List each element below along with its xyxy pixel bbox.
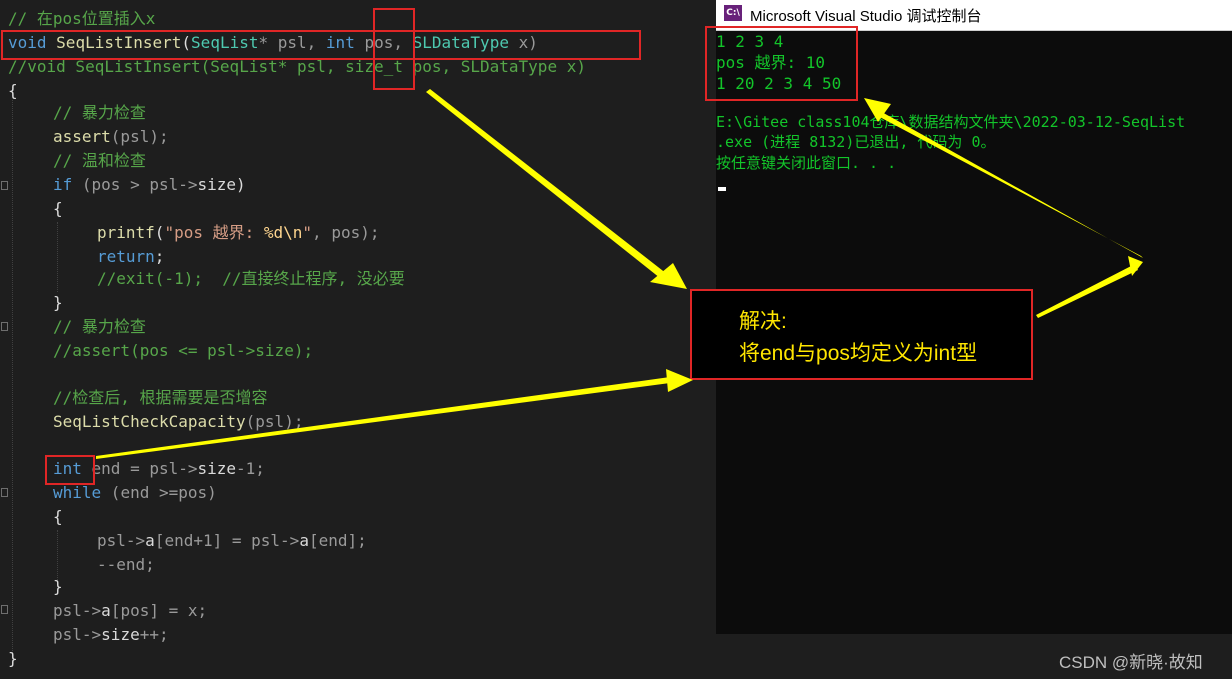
code-line: assert(psl); <box>53 126 169 148</box>
code-line: SeqListCheckCapacity(psl); <box>53 411 303 433</box>
signature-highlight-box <box>1 30 641 60</box>
code-token: ) <box>236 175 246 194</box>
keyword: return <box>97 247 155 266</box>
code-line: while (end >=pos) <box>53 482 217 504</box>
code-token: [end]; <box>308 531 367 550</box>
code-line: // 温和检查 <box>53 151 146 170</box>
code-token: a <box>101 601 111 620</box>
code-token: ++; <box>139 625 169 644</box>
indent-guide <box>57 530 58 580</box>
function-name: printf <box>97 223 155 242</box>
code-line: psl->size++; <box>53 624 169 646</box>
code-line: } <box>8 649 18 668</box>
fold-marker[interactable] <box>1 605 8 614</box>
code-token: psl-> <box>97 531 146 550</box>
code-line: psl->a[pos] = x; <box>53 600 207 622</box>
code-line: { <box>53 199 63 218</box>
function-name: SeqListCheckCapacity <box>53 412 246 431</box>
code-line: { <box>53 507 63 526</box>
code-line: --end; <box>97 555 155 574</box>
visual-studio-icon: C:\ <box>724 5 742 21</box>
code-token: psl-> <box>53 601 102 620</box>
code-token: ( <box>154 223 165 242</box>
fold-marker[interactable] <box>1 181 8 190</box>
code-line: // 暴力检查 <box>53 317 146 336</box>
code-line: } <box>53 293 63 312</box>
code-token: a <box>145 531 155 550</box>
string-literal: "pos 越界: <box>164 223 264 242</box>
code-token: end = psl-> <box>81 459 198 478</box>
indent-guide <box>57 222 58 292</box>
code-line: //检查后, 根据需要是否增容 <box>53 388 268 407</box>
code-line: { <box>8 81 18 100</box>
code-line: //assert(pos <= psl->size); <box>53 341 314 360</box>
code-token: ; <box>154 247 165 266</box>
function-name: assert <box>53 127 111 146</box>
code-token: (pos > psl-> <box>72 175 198 194</box>
code-line: //exit(-1); //直接终止程序, 没必要 <box>97 269 405 288</box>
indent-guide <box>12 100 13 655</box>
code-line: // 暴力检查 <box>53 103 146 122</box>
solution-note: 解决: 将end与pos均定义为int型 <box>690 289 1033 380</box>
note-body: 将end与pos均定义为int型 <box>739 342 978 365</box>
code-line: if (pos > psl->size) <box>53 174 246 196</box>
code-line: printf("pos 越界: %d\n", pos); <box>97 222 379 244</box>
csdn-watermark: CSDN @新晓·故知 <box>1059 653 1203 672</box>
fold-marker[interactable] <box>1 322 8 331</box>
code-token: size <box>197 459 237 478</box>
format-specifier: %d\n <box>263 223 303 242</box>
code-line: // 在pos位置插入x <box>8 9 156 28</box>
code-token: , pos); <box>312 223 380 242</box>
code-token: psl-> <box>53 625 102 644</box>
code-token: [pos] = x; <box>110 601 208 620</box>
code-token: size <box>197 175 237 194</box>
console-title: Microsoft Visual Studio 调试控制台 <box>750 8 982 25</box>
keyword: if <box>53 175 73 194</box>
note-title: 解决: <box>739 310 787 333</box>
code-token: (psl); <box>245 412 304 431</box>
console-output-line: .exe (进程 8132)已退出, 代码为 0。 <box>716 133 996 151</box>
code-token: (end >=pos) <box>101 483 217 502</box>
code-token: -1; <box>236 459 265 478</box>
console-cursor <box>718 187 726 191</box>
int-end-highlight-box <box>45 455 95 485</box>
code-token: (psl); <box>110 127 169 146</box>
code-token: a <box>299 531 309 550</box>
fold-marker[interactable] <box>1 488 8 497</box>
code-token: size <box>101 625 140 644</box>
keyword: while <box>53 483 102 502</box>
console-output-line: 按任意键关闭此窗口. . . <box>716 154 897 172</box>
int-param-highlight-box <box>373 8 415 90</box>
code-line: return; <box>97 246 164 268</box>
console-output-line: E:\Gitee class104仓库\数据结构文件夹\2022-03-12-S… <box>716 113 1186 131</box>
string-literal: " <box>302 223 313 242</box>
code-line: } <box>53 577 63 596</box>
output-highlight-box <box>705 26 858 101</box>
code-editor[interactable]: // 在pos位置插入x void SeqListInsert(SeqList*… <box>0 0 716 679</box>
code-line: psl->a[end+1] = psl->a[end]; <box>97 530 367 552</box>
code-token: [end+1] = psl-> <box>154 531 300 550</box>
